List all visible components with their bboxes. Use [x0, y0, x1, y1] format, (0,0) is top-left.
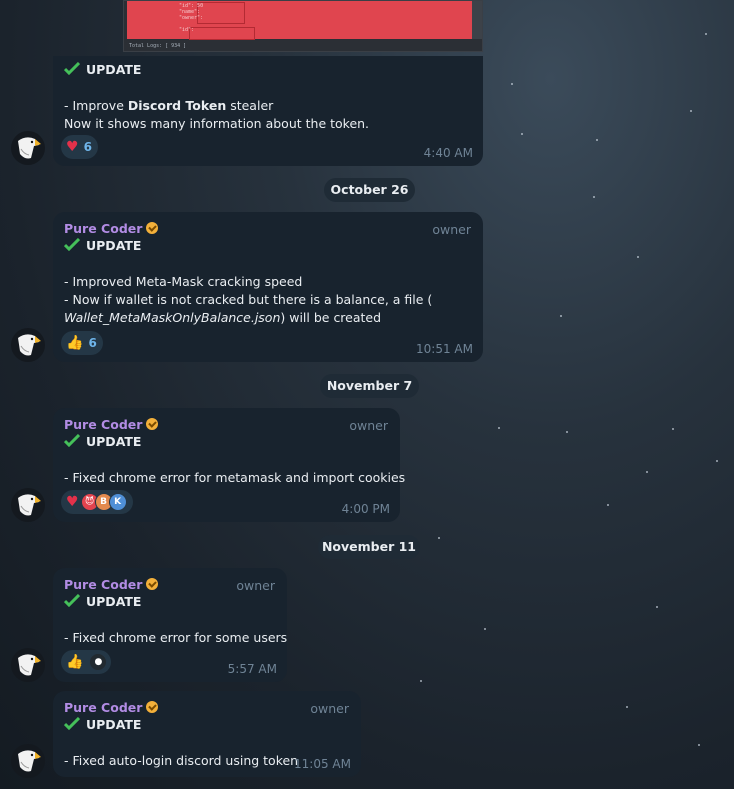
date-separator: November 7	[320, 374, 419, 398]
green-checkmark-icon	[64, 434, 80, 447]
sender-name[interactable]: Pure Coder	[64, 700, 159, 715]
reaction-button[interactable]: 👍 6	[61, 331, 103, 355]
verified-badge-icon	[146, 418, 159, 430]
reactor-avatar: ●	[89, 653, 108, 671]
message-title: UPDATE	[86, 238, 142, 253]
thumbs-up-icon: 👍	[66, 335, 84, 351]
message-bubble[interactable]: Pure Coder owner UPDATE - Fixed chrome e…	[53, 568, 287, 682]
verified-badge-icon	[146, 578, 159, 590]
message-text: Now it shows many information about the …	[64, 116, 370, 131]
reaction-button[interactable]: 👍 ●	[61, 650, 112, 674]
eagle-avatar-icon[interactable]	[11, 648, 45, 682]
message-text: - Improved Meta-Mask cracking speed	[64, 274, 303, 289]
sender-name[interactable]: Pure Coder	[64, 577, 159, 592]
green-checkmark-icon	[64, 62, 80, 75]
reaction-count: 6	[88, 336, 97, 350]
green-checkmark-icon	[64, 717, 80, 730]
preview-footer: Total Logs: [ 934 ]	[129, 43, 187, 49]
message-title: UPDATE	[86, 717, 142, 732]
reaction-button[interactable]: ♥ 😈 B K	[61, 490, 133, 514]
message-time: 5:57 AM	[227, 662, 277, 676]
thumbs-up-icon: 👍	[66, 654, 84, 670]
message-title: UPDATE	[86, 62, 142, 77]
verified-badge-icon	[146, 701, 159, 713]
verified-badge-icon	[146, 222, 159, 234]
screenshot-preview-image[interactable]: "id": 50 "name": "owner": "id": Total Logs:…	[123, 0, 483, 52]
sender-name[interactable]: Pure Coder	[64, 417, 159, 432]
message-time: 4:00 PM	[341, 502, 390, 516]
message-bubble[interactable]: UPDATE - Improve Discord Token stealer N…	[53, 56, 483, 166]
reactor-avatar: K	[108, 493, 127, 511]
message-time: 10:51 AM	[416, 342, 473, 356]
sender-role: owner	[310, 701, 349, 716]
sender-role: owner	[349, 418, 388, 433]
message-bubble[interactable]: Pure Coder owner UPDATE - Fixed chrome e…	[53, 408, 405, 522]
sender-role: owner	[432, 222, 471, 237]
sender-name[interactable]: Pure Coder	[64, 221, 159, 236]
preview-scrollbar	[472, 1, 482, 39]
reaction-count: 6	[83, 140, 92, 154]
message-text: - Fixed auto-login discord using token	[64, 753, 299, 768]
red-heart-icon: ♥	[66, 494, 79, 510]
sender-role: owner	[236, 578, 275, 593]
message-bubble[interactable]: Pure Coder owner UPDATE - Fixed auto-log…	[53, 691, 361, 777]
date-separator: October 26	[324, 178, 415, 202]
message-text: - Now if wallet is not cracked but there…	[64, 292, 433, 307]
date-separator: November 11	[318, 535, 420, 559]
message-text: - Improve Discord Token stealer	[64, 98, 274, 113]
message-text: Wallet_MetaMaskOnlyBalance.json) will be…	[64, 310, 382, 325]
eagle-avatar-icon[interactable]	[11, 328, 45, 362]
message-time: 4:40 AM	[423, 146, 473, 160]
green-checkmark-icon	[64, 238, 80, 251]
eagle-avatar-icon[interactable]	[11, 744, 45, 778]
green-checkmark-icon	[64, 594, 80, 607]
eagle-avatar-icon[interactable]	[11, 488, 45, 522]
red-heart-icon: ♥	[66, 139, 79, 155]
message-title: UPDATE	[86, 434, 142, 449]
reaction-button[interactable]: ♥ 6	[61, 135, 98, 159]
message-text: - Fixed chrome error for some users	[64, 630, 288, 645]
message-bubble[interactable]: Pure Coder owner UPDATE - Improved Meta-…	[53, 212, 483, 362]
message-title: UPDATE	[86, 594, 142, 609]
message-time: 11:05 AM	[294, 757, 351, 771]
message-text: - Fixed chrome error for metamask and im…	[64, 470, 406, 485]
eagle-avatar-icon[interactable]	[11, 131, 45, 165]
